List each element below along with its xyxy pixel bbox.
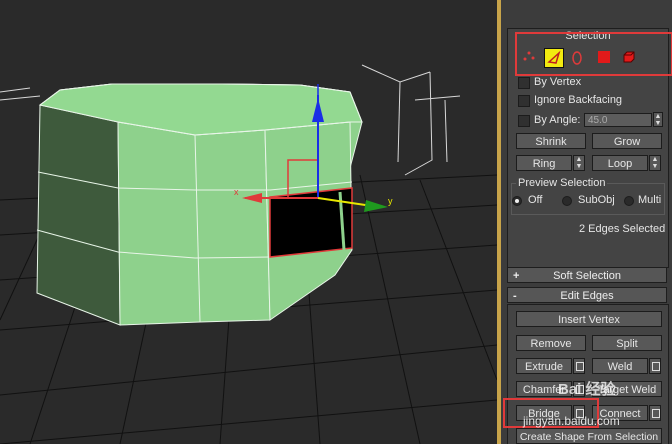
watermark-url: jingyan.baidu.com [523, 414, 620, 428]
command-panel: Selection By Vertex Ignore Backfacing By… [501, 0, 672, 444]
grow-button[interactable]: Grow [592, 133, 662, 149]
shrink-button[interactable]: Shrink [516, 133, 586, 149]
remove-button[interactable]: Remove [516, 335, 586, 351]
extrude-settings-button[interactable] [573, 358, 585, 374]
ignore-backfacing-checkbox[interactable] [518, 95, 530, 107]
gizmo-y-label: y [388, 196, 393, 206]
highlight-box-modes [515, 32, 672, 76]
soft-selection-toggle-icon: + [513, 270, 520, 282]
soft-selection-header[interactable]: + Soft Selection [507, 267, 667, 283]
preview-off-label: Off [528, 194, 543, 206]
watermark-logo: Bai 经验 [558, 381, 616, 398]
weld-settings-button[interactable] [649, 358, 661, 374]
ring-spinner[interactable]: ▲ ▼ [573, 155, 585, 171]
extrude-button[interactable]: Extrude [516, 358, 572, 374]
weld-button[interactable]: Weld [592, 358, 648, 374]
edit-edges-toggle-icon: - [513, 290, 517, 302]
soft-selection-title: Soft Selection [553, 270, 621, 282]
viewport-scene[interactable]: x y [0, 0, 497, 444]
connect-settings-button[interactable] [649, 405, 661, 421]
create-shape-button[interactable]: Create Shape From Selection [516, 428, 662, 444]
preview-multi-label: Multi [638, 194, 662, 206]
angle-input[interactable]: 45.0 [584, 113, 652, 127]
ring-button[interactable]: Ring [516, 155, 572, 171]
by-angle-label: By Angle: [534, 114, 581, 126]
split-button[interactable]: Split [592, 335, 662, 351]
gizmo-y-arrow [364, 200, 388, 212]
preview-off-radio[interactable] [512, 196, 522, 206]
edit-edges-title: Edit Edges [560, 290, 614, 302]
angle-spinner[interactable]: ▲ ▼ [653, 112, 663, 127]
by-vertex-label: By Vertex [534, 76, 582, 88]
loop-button[interactable]: Loop [592, 155, 648, 171]
selection-status: 2 Edges Selected [579, 223, 666, 235]
loop-spinner[interactable]: ▲ ▼ [649, 155, 661, 171]
preview-multi-radio[interactable] [624, 196, 634, 206]
ignore-backfacing-label: Ignore Backfacing [534, 94, 623, 106]
edit-edges-header[interactable]: - Edit Edges [507, 287, 667, 303]
by-angle-checkbox[interactable] [518, 115, 530, 127]
preview-selection-title: Preview Selection [516, 177, 608, 189]
by-vertex-checkbox[interactable] [518, 77, 530, 89]
insert-vertex-button[interactable]: Insert Vertex [516, 311, 662, 327]
gizmo-x-label: x [234, 187, 239, 197]
3d-viewport[interactable]: x y [0, 0, 497, 444]
preview-subobj-radio[interactable] [562, 196, 572, 206]
preview-subobj-label: SubObj [578, 194, 615, 206]
